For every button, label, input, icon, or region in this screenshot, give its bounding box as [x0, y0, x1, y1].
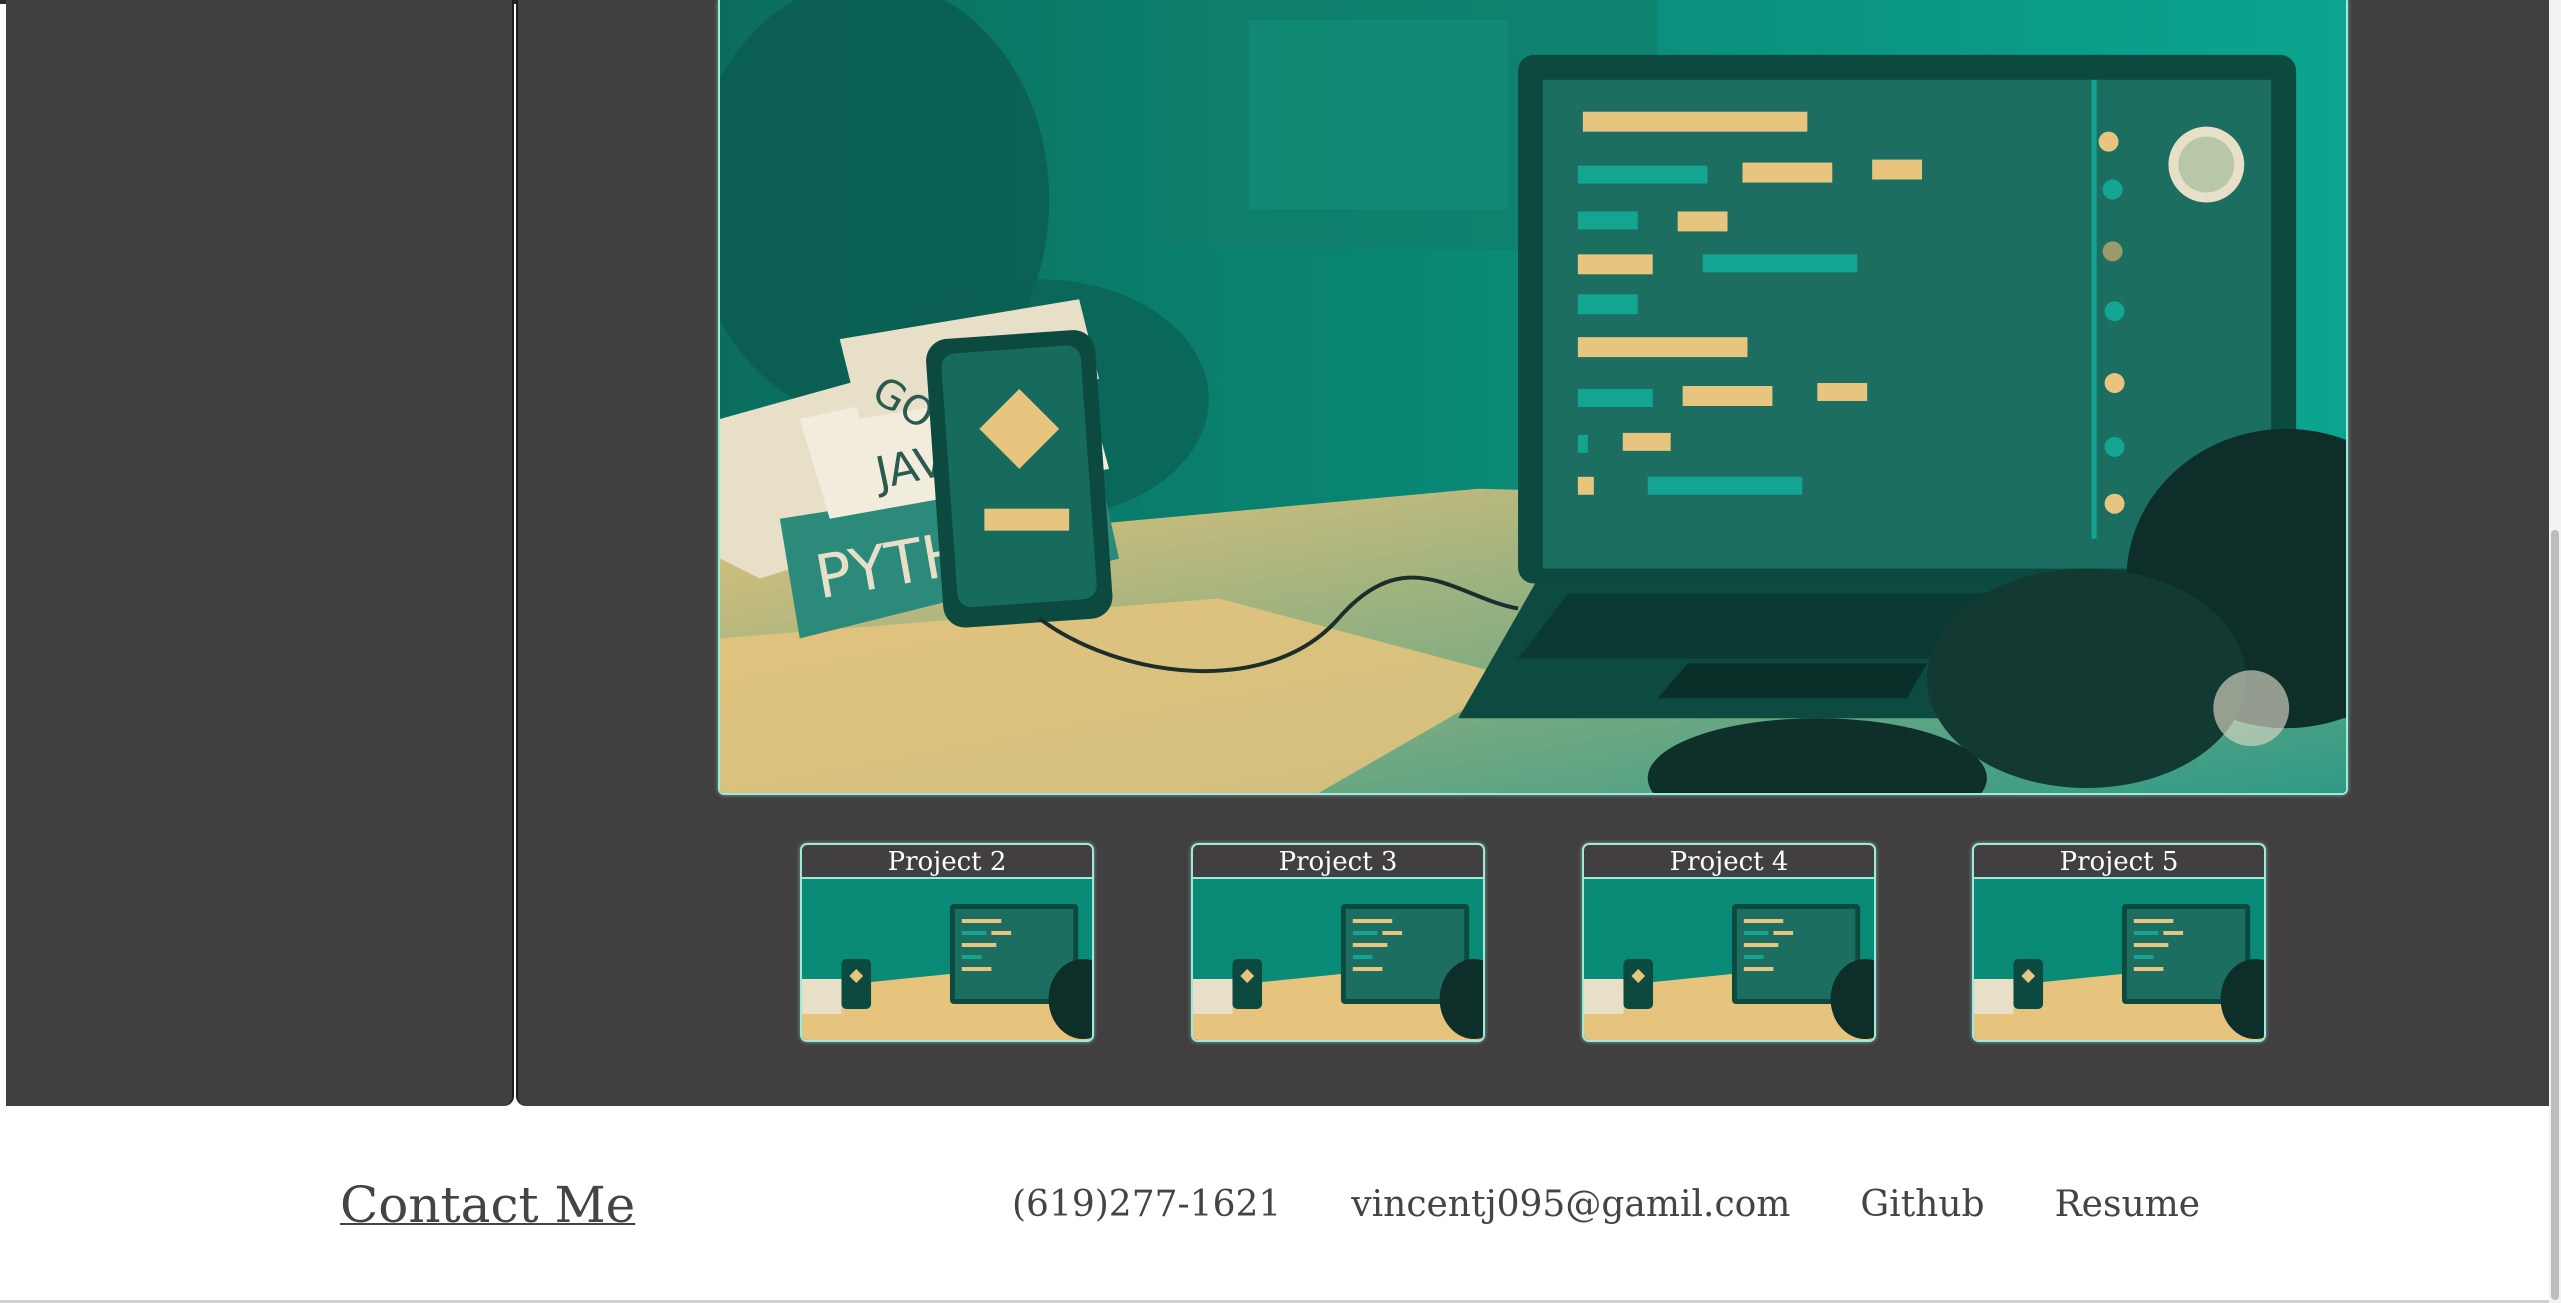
github-link[interactable]: Github: [1860, 1184, 1984, 1225]
project-thumbnail-image: [802, 879, 1092, 1040]
project-title: Project 3: [1193, 845, 1483, 879]
project-thumbnail-3[interactable]: Project 3: [1191, 843, 1485, 1042]
page-scrollbar[interactable]: [2549, 0, 2561, 1303]
project-title: Project 4: [1584, 845, 1874, 879]
contact-footer: Contact Me (619)277-1621 vincentj095@gam…: [0, 1106, 2549, 1303]
email-address[interactable]: vincentj095@gamil.com: [1351, 1184, 1790, 1225]
featured-project-image[interactable]: PYTHON JAVA GO: [718, 0, 2348, 795]
project-thumbnail-image: [1974, 879, 2264, 1040]
project-thumbnail-4[interactable]: Project 4: [1582, 843, 1876, 1042]
contact-links: (619)277-1621 vincentj095@gamil.com Gith…: [1012, 1184, 2200, 1225]
project-thumbnail-image: [1193, 879, 1483, 1040]
resume-link[interactable]: Resume: [2055, 1184, 2201, 1225]
project-thumbnail-5[interactable]: Project 5: [1972, 843, 2266, 1042]
contact-me-heading[interactable]: Contact Me: [340, 1176, 635, 1234]
project-title: Project 2: [802, 845, 1092, 879]
project-thumbnail-2[interactable]: Project 2: [800, 843, 1094, 1042]
scrollbar-thumb[interactable]: [2551, 530, 2559, 1300]
project-thumbnail-image: [1584, 879, 1874, 1040]
phone-number: (619)277-1621: [1012, 1184, 1282, 1225]
sidebar-panel: [6, 0, 514, 1106]
phone: [926, 330, 1113, 628]
project-title: Project 5: [1974, 845, 2264, 879]
featured-project-illustration: PYTHON JAVA GO: [720, 0, 2346, 793]
